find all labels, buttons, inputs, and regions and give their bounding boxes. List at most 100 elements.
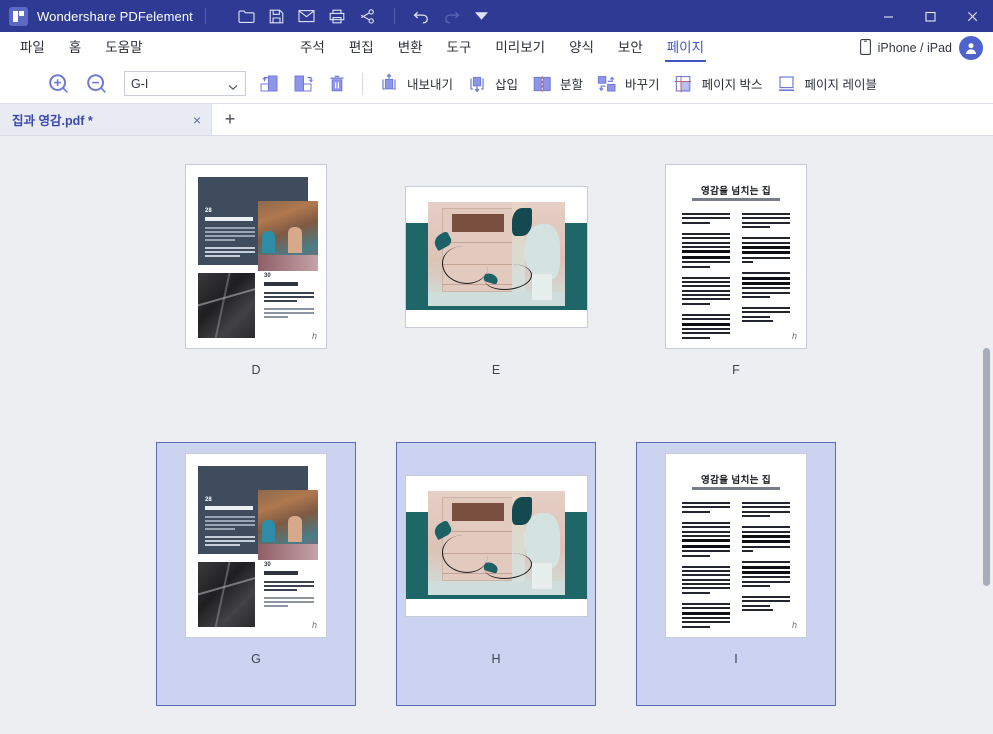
menu-item-help[interactable]: 도움말 xyxy=(93,32,154,64)
toolbar-separator xyxy=(362,72,363,95)
text-page-subtitle-bar xyxy=(692,198,780,201)
design-photo-people xyxy=(258,490,318,560)
extract-icon xyxy=(377,72,401,95)
page-thumbnail-area: 28 30 h D E 영감을 넘치는 집 h F 28 30 h G H 영감… xyxy=(0,136,993,734)
save-icon[interactable] xyxy=(262,3,292,29)
page-box-button[interactable]: 페이지 박스 xyxy=(666,68,769,100)
page-thumb-wrap-e xyxy=(396,154,596,359)
menu-item-file[interactable]: 파일 xyxy=(8,32,57,64)
document-tab[interactable]: 집과 영감.pdf * × xyxy=(0,104,212,135)
text-column-right xyxy=(742,213,790,330)
maximize-button[interactable] xyxy=(909,0,951,32)
move-page-down-icon xyxy=(292,73,314,95)
page-thumbnail-h[interactable] xyxy=(405,475,587,616)
menu-item-edit[interactable]: 편집 xyxy=(337,32,386,64)
page-cell-d[interactable]: 28 30 h D xyxy=(156,154,356,418)
share-icon[interactable] xyxy=(352,3,382,29)
page-number-28: 28 xyxy=(205,208,212,214)
email-icon[interactable] xyxy=(292,3,322,29)
text-page-subtitle-bar xyxy=(692,487,780,490)
page-cell-h[interactable]: H xyxy=(396,442,596,706)
page-thumbnail-f[interactable]: 영감을 넘치는 집 h xyxy=(666,165,806,348)
split-button[interactable]: 분할 xyxy=(524,68,589,100)
device-button[interactable]: iPhone / iPad xyxy=(859,38,952,58)
design-headline-bar xyxy=(205,217,253,221)
menu-item-tools[interactable]: 도구 xyxy=(435,32,484,64)
page-row: 28 30 h D E 영감을 넘치는 집 h F xyxy=(0,154,993,418)
design-body-text-1 xyxy=(205,227,255,243)
page-range-value: G-I xyxy=(131,76,149,91)
vertical-scrollbar[interactable] xyxy=(979,136,993,734)
menu-item-comment[interactable]: 주석 xyxy=(288,32,337,64)
extract-button[interactable]: 내보내기 xyxy=(371,68,459,100)
page-thumbnail-i[interactable]: 영감을 넘치는 집 h xyxy=(666,454,806,637)
window-controls xyxy=(867,0,993,32)
tab-bar-filler xyxy=(248,104,993,135)
extract-label: 내보내기 xyxy=(407,78,454,92)
chevron-down-icon[interactable] xyxy=(228,80,238,94)
page-label-button[interactable]: 페이지 레이블 xyxy=(769,68,883,100)
menu-item-protect[interactable]: 보안 xyxy=(606,32,655,64)
page-label-i: I xyxy=(734,652,738,666)
replace-icon xyxy=(595,73,619,95)
new-tab-button[interactable]: + xyxy=(212,104,248,135)
user-avatar-icon[interactable] xyxy=(959,36,983,60)
undo-icon[interactable] xyxy=(407,3,437,29)
insert-label: 삽입 xyxy=(495,78,519,92)
design-body-text-4 xyxy=(264,597,314,607)
history-divider xyxy=(393,8,395,24)
page-cell-e[interactable]: E xyxy=(396,154,596,418)
close-button[interactable] xyxy=(951,0,993,32)
menu-left-group: 파일 홈 도움말 xyxy=(0,32,155,64)
replace-button[interactable]: 바꾸기 xyxy=(589,68,666,100)
replace-label: 바꾸기 xyxy=(625,78,660,92)
design-body-text-2 xyxy=(205,247,255,259)
zoom-in-icon[interactable] xyxy=(44,69,74,99)
close-tab-icon[interactable]: × xyxy=(193,112,201,128)
mobile-device-icon xyxy=(859,38,871,58)
print-icon[interactable] xyxy=(322,3,352,29)
menu-item-preview[interactable]: 미리보기 xyxy=(483,32,557,64)
open-folder-icon[interactable] xyxy=(232,3,262,29)
page-box-label: 페이지 박스 xyxy=(701,78,763,92)
vertical-scrollbar-thumb[interactable] xyxy=(983,348,990,586)
redo-icon[interactable] xyxy=(437,3,467,29)
design-subhead-bar xyxy=(264,282,298,286)
move-page-down-button[interactable] xyxy=(286,68,320,100)
minimize-button[interactable] xyxy=(867,0,909,32)
page-grid: 28 30 h D E 영감을 넘치는 집 h F 28 30 h G H 영감… xyxy=(0,136,993,706)
menu-item-convert[interactable]: 변환 xyxy=(386,32,435,64)
move-page-up-button[interactable] xyxy=(252,68,286,100)
page-thumb-wrap-h xyxy=(397,443,595,648)
menu-item-page[interactable]: 페이지 xyxy=(655,32,716,64)
page-thumbnail-g[interactable]: 28 30 h xyxy=(186,454,326,637)
delete-page-button[interactable] xyxy=(320,68,354,100)
history-toolbar xyxy=(407,3,497,29)
customize-toolbar-icon[interactable] xyxy=(467,3,497,29)
menu-item-form[interactable]: 양식 xyxy=(557,32,606,64)
zoom-out-icon[interactable] xyxy=(82,69,112,99)
design-column-2: 30 xyxy=(264,273,314,320)
design-column-2: 30 xyxy=(264,562,314,609)
menu-ribbon-group: 주석 편집 변환 도구 미리보기 양식 보안 페이지 xyxy=(288,32,716,64)
page-toolbar: G-I 내보내기 삽입 분할 바꾸기 페이지 박스 페이지 레이블 xyxy=(0,64,993,104)
page-cell-g[interactable]: 28 30 h G xyxy=(156,442,356,706)
menu-item-home[interactable]: 홈 xyxy=(57,32,93,64)
text-page-columns xyxy=(682,213,790,339)
page-cell-f[interactable]: 영감을 넘치는 집 h F xyxy=(636,154,836,418)
page-thumbnail-d[interactable]: 28 30 h xyxy=(186,165,326,348)
device-label: iPhone / iPad xyxy=(877,41,952,55)
text-column-left xyxy=(682,502,730,628)
document-tab-label: 집과 영감.pdf * xyxy=(12,114,93,128)
design-body-text-3 xyxy=(264,292,314,302)
design-headline-bar xyxy=(205,506,253,510)
menu-bar: 파일 홈 도움말 주석 편집 변환 도구 미리보기 양식 보안 페이지 iPho… xyxy=(0,32,993,64)
page-thumb-wrap-i: 영감을 넘치는 집 h xyxy=(637,443,835,648)
page-range-input[interactable]: G-I xyxy=(124,71,246,96)
design-photo-people xyxy=(258,201,318,271)
page-thumbnail-e[interactable] xyxy=(405,186,587,327)
insert-button[interactable]: 삽입 xyxy=(459,68,524,100)
page-label-icon xyxy=(775,73,799,95)
page-cell-i[interactable]: 영감을 넘치는 집 h I xyxy=(636,442,836,706)
text-page-columns xyxy=(682,502,790,628)
